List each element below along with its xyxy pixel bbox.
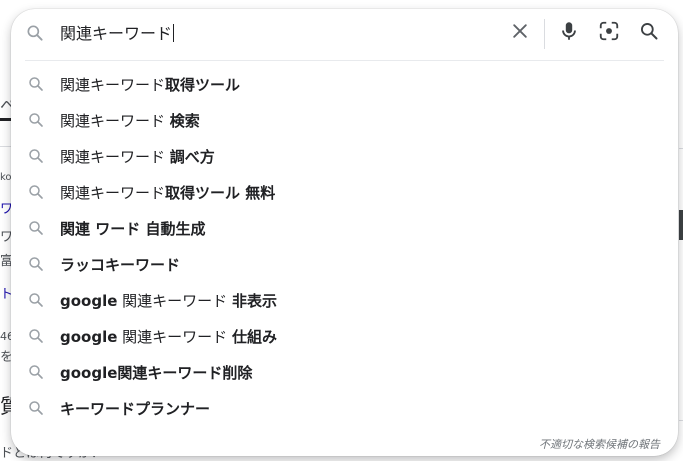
suggestion-normal: 関連キーワード	[60, 111, 170, 130]
suggestion-bold: 関連 ワード 自動生成	[60, 219, 206, 238]
search-icon	[27, 147, 45, 165]
voice-search-button[interactable]	[557, 21, 581, 45]
suggestion-bold: 検索	[169, 111, 200, 130]
suggestion-text: 関連 ワード 自動生成	[60, 218, 205, 239]
suggestion-text: キーワードプランナー	[60, 398, 210, 419]
search-box-divider	[25, 60, 664, 61]
close-icon	[510, 21, 530, 45]
suggestion-text: 関連キーワード 検索	[60, 110, 200, 131]
suggestion-list: 関連キーワード取得ツール 関連キーワード 検索 関連キーワード 調べ方 関連キー…	[11, 66, 678, 426]
search-query-text: 関連キーワード	[60, 24, 173, 43]
suggestion-item[interactable]: 関連キーワード 検索	[11, 102, 678, 138]
autocomplete-popup: 関連キーワード 関連キーワード取得ツール 関連キーワード 検索 関連キーワード …	[11, 9, 678, 456]
suggestion-item[interactable]: キーワードプランナー	[11, 390, 678, 426]
suggestion-normal: 関連キーワード	[60, 147, 170, 166]
lens-search-button[interactable]	[597, 21, 621, 45]
suggestion-item[interactable]: 関連 ワード 自動生成	[11, 210, 678, 246]
search-icon	[639, 21, 659, 45]
search-icon	[27, 255, 45, 273]
search-icon	[27, 219, 45, 237]
suggestion-text: google関連キーワード削除	[60, 362, 252, 383]
suggestion-text: google 関連キーワード 仕組み	[60, 326, 277, 347]
search-divider	[544, 19, 545, 49]
suggestion-item[interactable]: google 関連キーワード 仕組み	[11, 318, 678, 354]
suggestion-prefix-bold: google	[60, 291, 118, 310]
search-icon	[27, 363, 45, 381]
bg-right-line	[679, 148, 683, 149]
suggestion-bold: キーワードプランナー	[60, 399, 211, 418]
suggestion-bold: google関連キーワード削除	[60, 363, 253, 382]
bg-tab-underline	[0, 118, 11, 121]
bg-divider	[0, 146, 11, 147]
suggestion-bold: 調べ方	[169, 147, 215, 166]
suggestion-bold: 非表示	[231, 291, 277, 310]
search-icon	[25, 23, 45, 43]
search-icon	[27, 291, 45, 309]
report-inappropriate-link[interactable]: 不適切な検索候補の報告	[539, 436, 660, 452]
search-icon	[27, 183, 45, 201]
clear-button[interactable]	[508, 21, 532, 45]
suggestion-text: 関連キーワード取得ツール 無料	[60, 182, 275, 203]
suggestion-text: ラッコキーワード	[60, 254, 180, 275]
suggestion-bold: 取得ツール	[165, 75, 241, 94]
search-submit-button[interactable]	[637, 21, 661, 45]
suggestion-item[interactable]: 関連キーワード取得ツール 無料	[11, 174, 678, 210]
search-box: 関連キーワード	[11, 9, 678, 61]
suggestion-item[interactable]: 関連キーワード取得ツール	[11, 66, 678, 102]
suggestion-bold: 仕組み	[231, 327, 277, 346]
suggestion-item[interactable]: ラッコキーワード	[11, 246, 678, 282]
suggestion-item[interactable]: google 関連キーワード 非表示	[11, 282, 678, 318]
suggestion-item[interactable]: 関連キーワード 調べ方	[11, 138, 678, 174]
camera-lens-icon	[598, 20, 620, 46]
suggestion-bold: ラッコキーワード	[60, 255, 181, 274]
suggestion-text: 関連キーワード 調べ方	[60, 146, 215, 167]
search-icon	[27, 75, 45, 93]
suggestion-text: google 関連キーワード 非表示	[60, 290, 277, 311]
suggestion-normal: 関連キーワード	[60, 183, 166, 202]
bg-right-line	[679, 420, 683, 421]
suggestion-item[interactable]: google関連キーワード削除	[11, 354, 678, 390]
bg-right-border	[679, 210, 683, 240]
suggestion-prefix-bold: google	[60, 327, 118, 346]
text-caret	[173, 24, 175, 42]
suggestion-bold: 取得ツール 無料	[165, 183, 276, 202]
suggestion-normal: 関連キーワード	[60, 75, 166, 94]
suggestion-normal: 関連キーワード	[117, 291, 232, 310]
suggestion-normal: 関連キーワード	[117, 327, 232, 346]
search-icon	[27, 399, 45, 417]
suggestion-text: 関連キーワード取得ツール	[60, 74, 240, 95]
microphone-icon	[558, 20, 580, 46]
search-icon	[27, 111, 45, 129]
search-input[interactable]: 関連キーワード	[60, 22, 490, 46]
search-icon	[27, 327, 45, 345]
